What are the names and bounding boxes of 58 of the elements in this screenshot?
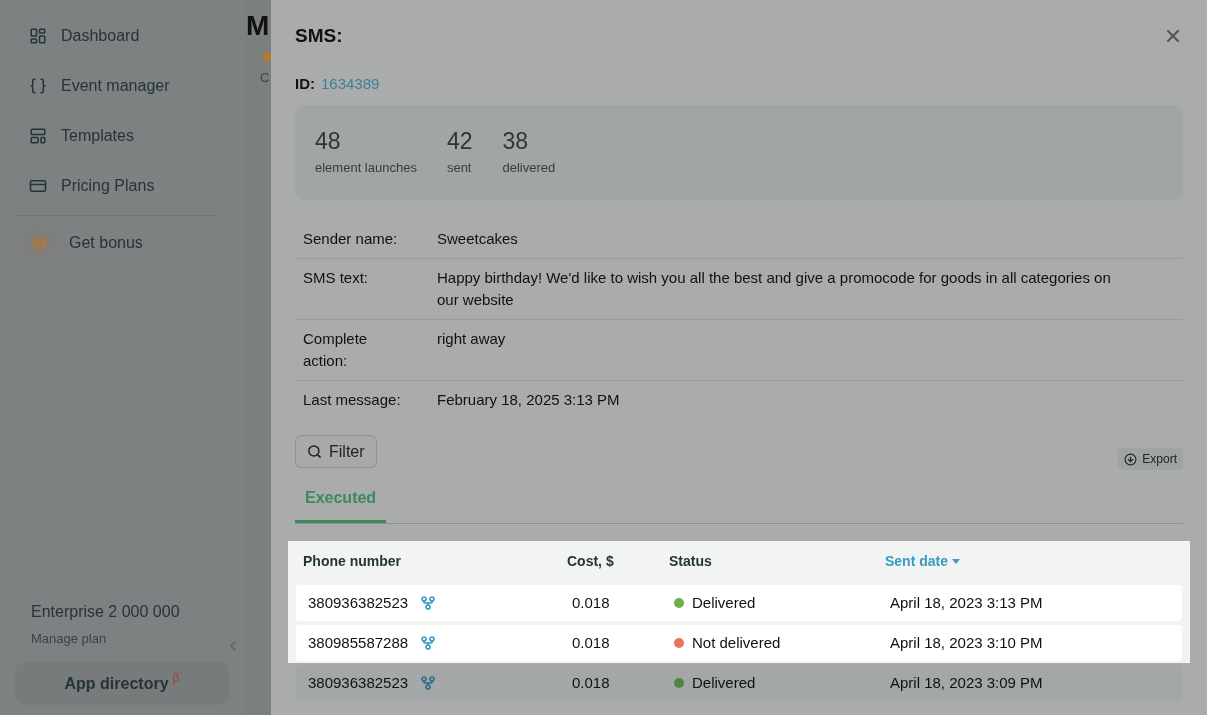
sidebar-item[interactable]: Templates — [15, 111, 229, 161]
table-cell-text: 380936382523 — [308, 672, 409, 693]
sidebar-item[interactable]: Get bonus — [15, 216, 229, 270]
stat-value: 38 — [502, 127, 530, 156]
manage-plan-link[interactable]: Manage plan — [31, 629, 107, 649]
stat-value: 48 — [315, 127, 342, 156]
table-cell-text: April 18, 2023 3:10 PM — [890, 632, 1044, 653]
stat-value: 42 — [446, 127, 473, 156]
gift-icon — [23, 227, 55, 259]
column-header[interactable]: Sent date — [885, 550, 1175, 572]
table-cell-text: 0.018 — [572, 632, 611, 653]
detail-label: SMS text: — [303, 268, 370, 288]
table-cell-text: 380936382523 — [308, 592, 409, 613]
branch-icon[interactable] — [420, 595, 437, 611]
filter-button[interactable]: Filter — [295, 435, 377, 468]
id-label: ID: — [295, 73, 315, 94]
beta-label: β — [172, 672, 180, 684]
table-cell-text: Not delivered — [692, 632, 781, 653]
column-header[interactable]: Status — [669, 550, 885, 572]
plan-name: Enterprise 2 000 000 — [30, 602, 181, 622]
detail-value: right away — [437, 329, 507, 349]
sidebar-item[interactable]: Dashboard — [15, 11, 229, 61]
sort-caret-icon — [952, 558, 960, 564]
detail-label: Complete action: — [303, 329, 369, 371]
app-directory-button[interactable]: App directory β — [15, 662, 229, 705]
braces-icon — [29, 77, 47, 95]
export-button[interactable]: Export — [1118, 448, 1183, 470]
table-cell-text: 380985587288 — [308, 632, 409, 653]
sidebar-item[interactable]: Event manager — [15, 61, 229, 111]
column-header[interactable]: Cost, $ — [567, 550, 669, 572]
stat-label: delivered — [502, 158, 556, 177]
sidebar-item[interactable]: Pricing Plans — [15, 161, 229, 211]
detail-label: Sender name: — [303, 229, 399, 249]
id-link[interactable]: 1634389 — [321, 72, 380, 95]
download-icon — [1124, 452, 1138, 466]
table-cell-text: Delivered — [692, 672, 756, 693]
column-header[interactable]: Phone number — [303, 550, 567, 572]
table-cell-text: 0.018 — [572, 592, 611, 613]
table-cell-text: April 18, 2023 3:09 PM — [890, 672, 1044, 693]
detail-value: Sweetcakes — [437, 229, 519, 249]
stat-label: element launches — [315, 158, 417, 177]
template-icon — [29, 127, 47, 145]
branch-icon[interactable] — [420, 635, 437, 651]
table-cell-text: April 18, 2023 3:13 PM — [890, 592, 1044, 613]
page-title: M — [245, 12, 271, 40]
table-cell-text: 0.018 — [572, 672, 611, 693]
dashboard-icon — [29, 27, 47, 45]
detail-value: February 18, 2025 3:13 PM — [437, 390, 621, 410]
table-cell-text: Delivered — [692, 592, 756, 613]
modal-title: SMS: — [295, 24, 343, 48]
detail-label: Last message: — [303, 390, 402, 410]
search-icon — [307, 444, 322, 459]
branch-icon[interactable] — [420, 675, 437, 691]
page-subtitle: C — [259, 69, 271, 87]
cards-icon — [29, 177, 47, 195]
detail-value: Happy birthday! We'd like to wish you all the best and give a promocode for goods in all categories on our website — [437, 268, 1112, 310]
tab[interactable]: Executed — [295, 486, 387, 523]
stat-label: sent — [446, 158, 473, 177]
